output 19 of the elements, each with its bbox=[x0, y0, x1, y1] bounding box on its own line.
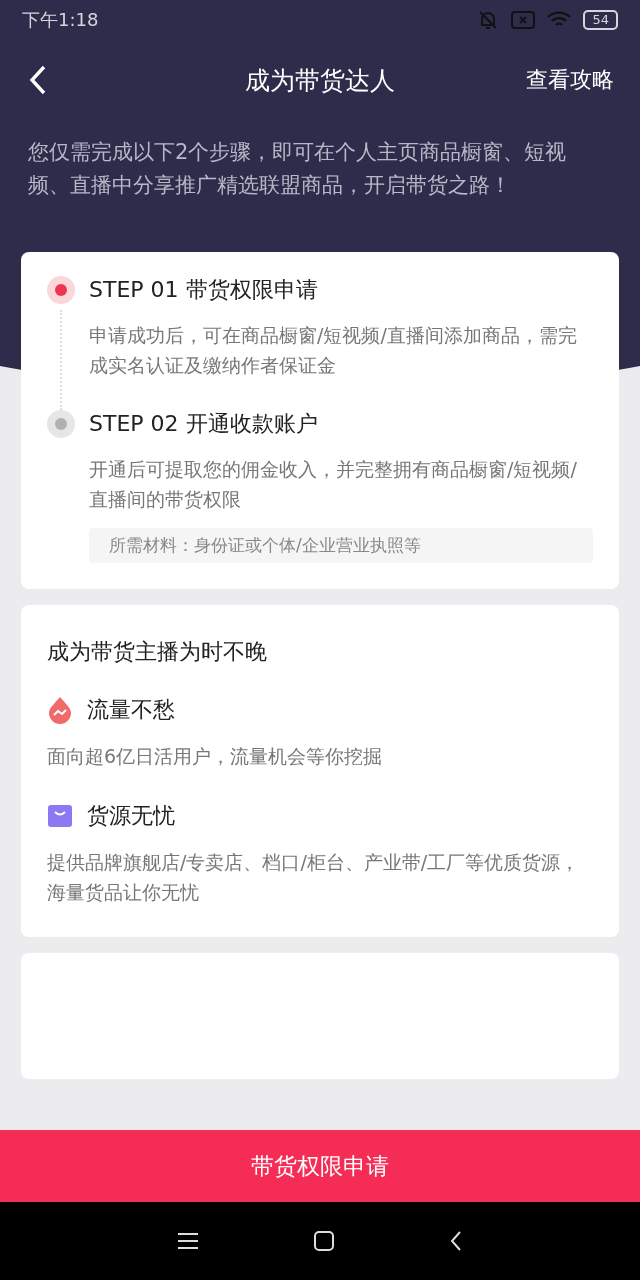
battery-level: 54 bbox=[583, 10, 618, 30]
benefit-title: 流量不愁 bbox=[87, 696, 175, 724]
guide-link[interactable]: 查看攻略 bbox=[526, 65, 614, 95]
benefit-title: 货源无忧 bbox=[87, 802, 175, 830]
intro-text: 您仅需完成以下2个步骤，即可在个人主页商品橱窗、短视频、直播中分享推广精选联盟商品，开启带货之路！ bbox=[27, 139, 568, 199]
step-description: 开通后可提取您的佣金收入，并完整拥有商品橱窗/短视频/直播间的带货权限 bbox=[89, 457, 578, 512]
status-time: 下午1:18 bbox=[22, 8, 99, 32]
benefit-description: 提供品牌旗舰店/专卖店、档口/柜台、产业带/工厂等优质货源，海量货品让你无忧 bbox=[47, 850, 581, 905]
step-title: STEP 02 开通收款账户 bbox=[89, 410, 319, 438]
step-description: 申请成功后，可在商品橱窗/短视频/直播间添加商品，需完成实名认证及缴纳作者保证金 bbox=[89, 323, 578, 378]
sim-icon bbox=[511, 11, 536, 29]
trend-drop-icon bbox=[47, 696, 73, 724]
step-title: STEP 01 带货权限申请 bbox=[89, 276, 319, 304]
materials-note: 所需材料：身份证或个体/企业营业执照等 bbox=[89, 528, 593, 563]
apply-button[interactable]: 带货权限申请 bbox=[0, 1130, 640, 1202]
page-title: 成为带货达人 bbox=[245, 64, 395, 97]
benefits-title: 成为带货主播为时不晚 bbox=[47, 638, 268, 666]
bag-icon bbox=[47, 803, 73, 829]
benefit-description: 面向超6亿日活用户，流量机会等你挖掘 bbox=[47, 744, 384, 769]
